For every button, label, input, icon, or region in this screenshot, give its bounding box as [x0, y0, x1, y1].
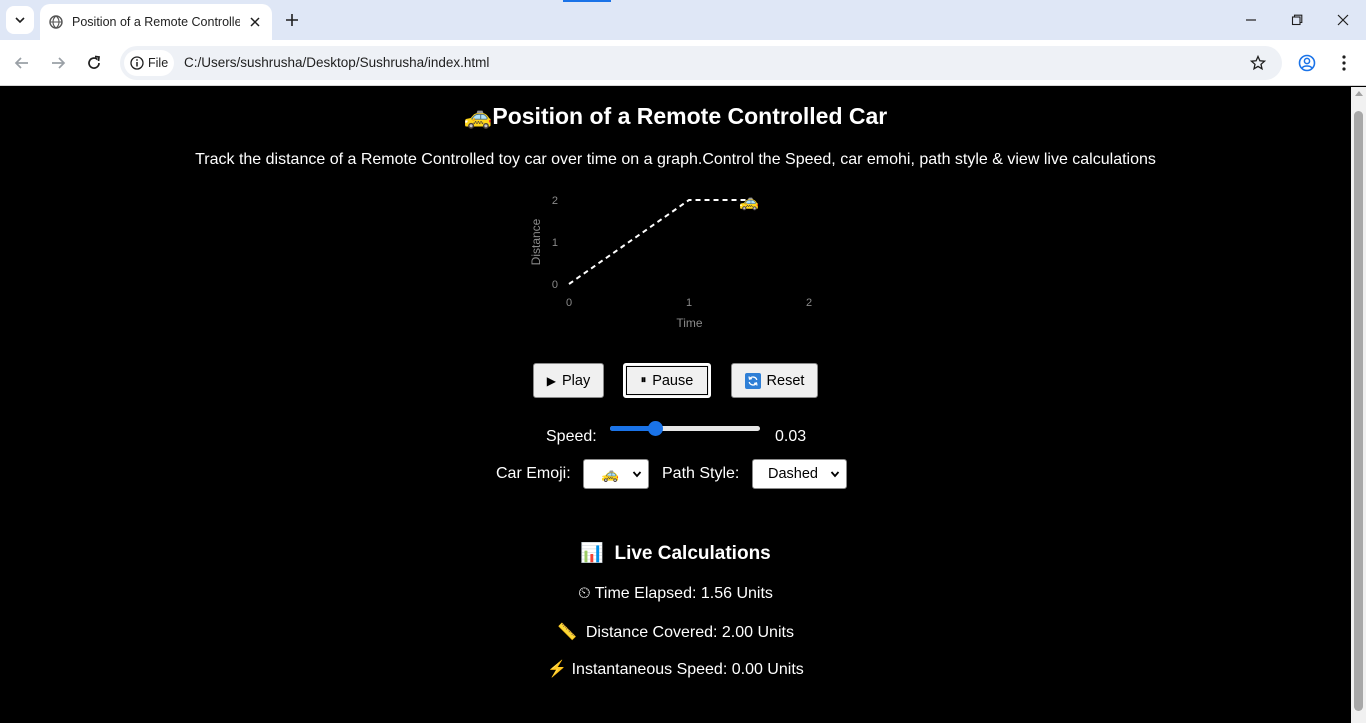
page-title: 🚕Position of a Remote Controlled Car — [0, 103, 1351, 130]
page-title-text: Position of a Remote Controlled Car — [492, 103, 888, 129]
menu-dots-icon — [1342, 55, 1346, 71]
speed-label: Speed: — [546, 428, 597, 445]
speed-value: 0.03 — [775, 428, 807, 445]
browser-toolbar: File C:/Users/sushrusha/Desktop/Sushrush… — [0, 40, 1366, 86]
path-style-label: Path Style: — [662, 465, 740, 482]
y-tick-label: 1 — [552, 237, 558, 249]
taxi-title-icon: 🚕 — [463, 103, 493, 129]
tab-search-icon — [15, 17, 25, 24]
time-elapsed-text: Time Elapsed: 1.56 Units — [594, 585, 773, 602]
new-tab-button[interactable] — [281, 9, 303, 31]
chevron-down-icon — [830, 471, 840, 478]
url-text[interactable]: C:/Users/sushrusha/Desktop/Sushrusha/ind… — [184, 55, 489, 70]
reload-icon — [88, 55, 100, 69]
reset-button[interactable]: Reset — [731, 363, 818, 398]
distance-covered-text: Distance Covered: 2.00 Units — [585, 624, 794, 641]
play-label: Play — [562, 372, 591, 389]
car-emoji-select[interactable]: 🚕 — [583, 459, 649, 489]
live-calculations-title: Live Calculations — [614, 543, 771, 564]
x-tick-label: 2 — [806, 297, 812, 309]
bar-chart-icon: 📊 — [580, 543, 604, 564]
page-content: 🚕Position of a Remote Controlled Car Tra… — [0, 87, 1351, 723]
instantaneous-speed: ⚡ Instantaneous Speed: 0.00 Units — [0, 659, 1351, 679]
site-info-chip[interactable]: File — [124, 50, 174, 76]
lightning-icon: ⚡ — [547, 661, 568, 678]
live-calculations-heading: 📊 Live Calculations — [0, 541, 1351, 565]
minimize-icon — [1246, 19, 1256, 21]
close-window-icon — [1337, 14, 1349, 26]
ruler-icon: 📏 — [557, 624, 577, 641]
back-arrow-icon — [14, 57, 28, 69]
path-style-select[interactable]: Dashed — [752, 459, 847, 489]
reset-icon — [744, 372, 761, 389]
car-emoji-selected: 🚕 — [601, 466, 620, 483]
back-button[interactable] — [11, 52, 33, 74]
globe-icon — [48, 14, 64, 30]
close-icon[interactable] — [246, 13, 264, 31]
distance-line — [568, 199, 749, 285]
pause-button[interactable]: ⏸ Pause — [623, 363, 711, 398]
reload-button[interactable] — [83, 52, 105, 74]
browser-tab-bar: Position of a Remote Controlled Car — [0, 0, 1366, 40]
pause-label: Pause — [652, 372, 694, 389]
timer-icon: ⏲ — [578, 585, 591, 602]
forward-arrow-icon — [52, 57, 66, 69]
chevron-down-icon — [632, 471, 642, 478]
play-button[interactable]: ▶ Play — [533, 363, 604, 398]
minimize-button[interactable] — [1241, 10, 1261, 30]
page-subtitle: Track the distance of a Remote Controlle… — [195, 151, 1156, 168]
car-emoji-label: Car Emoji: — [496, 465, 571, 482]
profile-button[interactable] — [1296, 52, 1318, 74]
pause-icon: ⏸ — [640, 374, 647, 386]
restore-button[interactable] — [1287, 10, 1307, 30]
distance-covered: 📏 Distance Covered: 2.00 Units — [0, 622, 1351, 642]
car-marker-icon: 🚕 — [739, 194, 759, 211]
page-scrollbar[interactable] — [1351, 87, 1366, 723]
close-window-button[interactable] — [1333, 10, 1353, 30]
tab-strip-indicator — [563, 0, 611, 2]
x-axis-label: Time — [676, 316, 703, 330]
time-elapsed: ⏲ Time Elapsed: 1.56 Units — [0, 585, 1351, 603]
y-tick-label: 0 — [552, 279, 558, 291]
profile-icon — [1298, 54, 1316, 72]
info-icon — [130, 56, 144, 70]
speed-slider[interactable] — [610, 421, 760, 436]
tab-search-button[interactable] — [6, 6, 34, 34]
star-icon — [1250, 55, 1266, 71]
bookmark-button[interactable] — [1248, 53, 1268, 73]
speed-slider-thumb[interactable] — [647, 421, 663, 436]
instantaneous-speed-text: Instantaneous Speed: 0.00 Units — [571, 661, 804, 678]
path-style-selected: Dashed — [768, 466, 818, 482]
reset-label: Reset — [766, 372, 805, 389]
browser-tab[interactable]: Position of a Remote Controlled Car — [40, 4, 272, 40]
scroll-up-arrow-icon[interactable] — [1355, 91, 1363, 96]
plus-icon — [286, 14, 298, 26]
file-chip-label: File — [148, 56, 169, 70]
y-tick-label: 2 — [552, 195, 558, 207]
distance-time-chart: 0 1 2 0 1 2 Time Distance 🚕 — [529, 194, 812, 330]
restore-icon — [1291, 14, 1303, 26]
menu-button[interactable] — [1333, 52, 1355, 74]
scrollbar-thumb[interactable] — [1354, 111, 1363, 711]
address-bar[interactable]: File C:/Users/sushrusha/Desktop/Sushrush… — [120, 46, 1282, 80]
tab-title: Position of a Remote Controlled Car — [72, 15, 240, 29]
y-axis-label: Distance — [529, 218, 543, 265]
forward-button[interactable] — [47, 52, 69, 74]
x-tick-label: 0 — [566, 297, 572, 309]
x-tick-label: 1 — [686, 297, 692, 309]
play-icon: ▶ — [546, 373, 556, 388]
